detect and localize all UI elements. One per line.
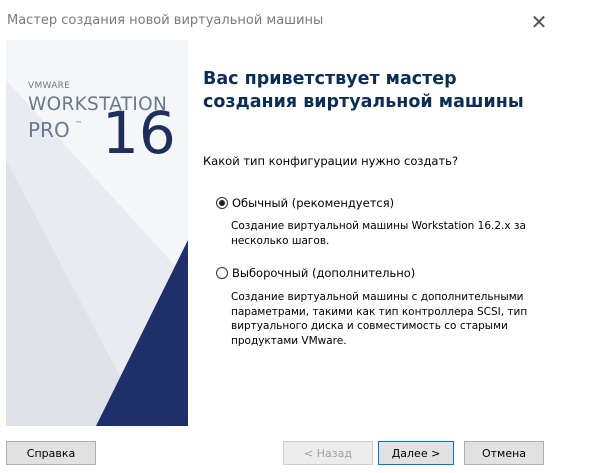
- window-title: Мастер создания новой виртуальной машины: [7, 13, 324, 28]
- radio-button-unchecked[interactable]: [216, 267, 228, 279]
- option-custom-description: Создание виртуальной машины с дополнител…: [231, 291, 528, 347]
- next-button[interactable]: Далее >: [378, 441, 454, 465]
- wizard-heading: Вас приветствует мастер создания виртуал…: [203, 69, 524, 112]
- brand-version: 16: [102, 99, 176, 167]
- config-question: Какой тип конфигурации нужно создать?: [203, 154, 459, 168]
- brand-trademark: ™: [75, 120, 82, 128]
- brand-edition: PRO: [28, 118, 70, 142]
- radio-typical[interactable]: Обычный (рекомендуется): [216, 196, 394, 210]
- close-icon[interactable]: ✕: [522, 9, 556, 35]
- cancel-button[interactable]: Отмена: [464, 441, 544, 465]
- option-typical-description: Создание виртуальной машины Workstation …: [231, 220, 526, 247]
- back-button[interactable]: < Назад: [283, 441, 373, 465]
- radio-button-checked[interactable]: [216, 197, 228, 209]
- help-button[interactable]: Справка: [6, 441, 96, 465]
- new-vm-wizard-window: Мастер создания новой виртуальной машины…: [0, 0, 556, 470]
- radio-custom[interactable]: Выборочный (дополнительно): [216, 266, 415, 280]
- branding-panel: VMWARE WORKSTATION PRO ™ 16: [6, 40, 188, 426]
- button-bar: Справка < Назад Далее > Отмена: [0, 437, 556, 470]
- option-typical-label[interactable]: Обычный (рекомендуется): [232, 196, 394, 210]
- brand-vendor: VMWARE: [28, 81, 71, 91]
- title-bar: Мастер создания новой виртуальной машины…: [0, 0, 556, 40]
- option-custom-label[interactable]: Выборочный (дополнительно): [232, 266, 415, 280]
